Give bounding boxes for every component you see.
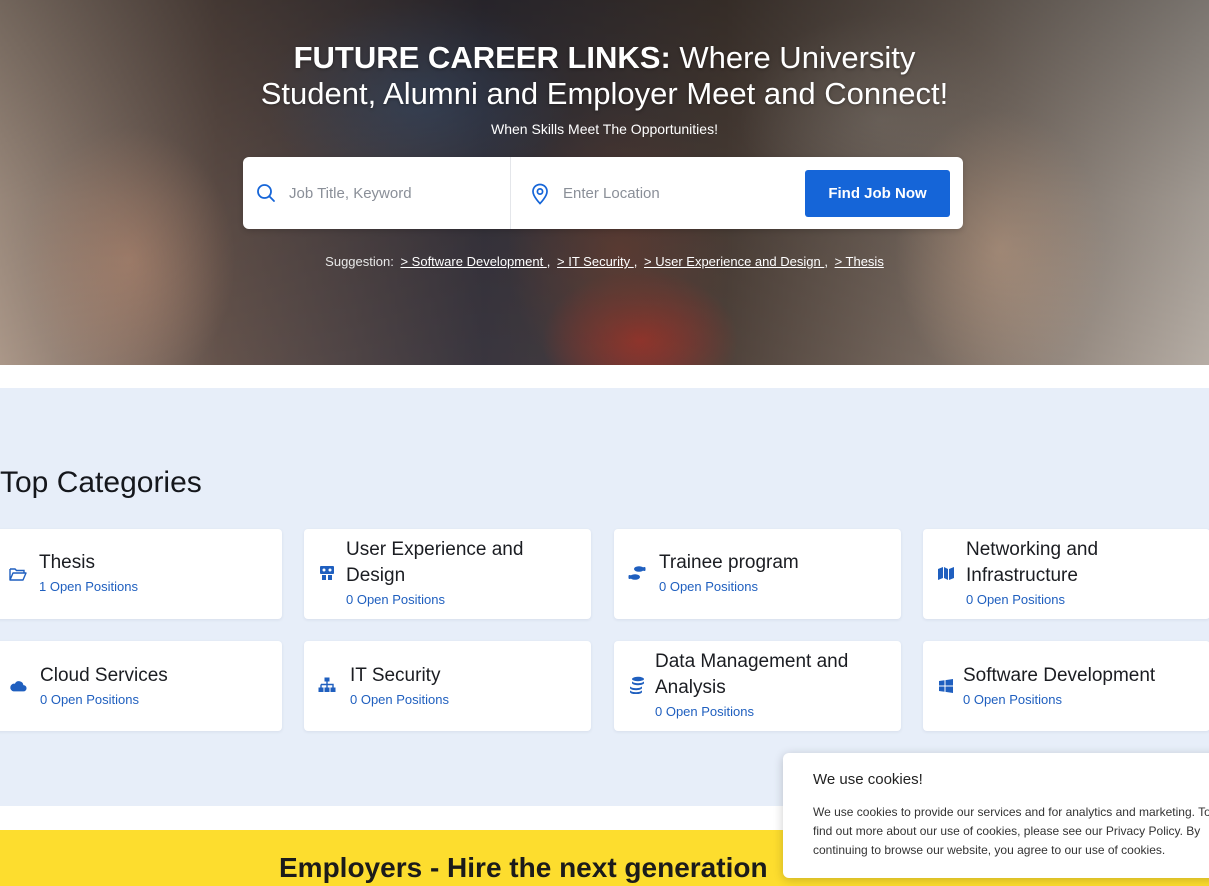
category-card-it-security[interactable]: IT Security 0 Open Positions bbox=[304, 641, 591, 731]
category-card-software-development[interactable]: Software Development 0 Open Positions bbox=[923, 641, 1209, 731]
category-open-positions: 0 Open Positions bbox=[966, 592, 1066, 607]
hero-title: FUTURE CAREER LINKS: Where University St… bbox=[0, 40, 1209, 112]
folder-open-icon bbox=[9, 565, 27, 583]
category-open-positions: 0 Open Positions bbox=[40, 692, 140, 707]
category-card-thesis[interactable]: Thesis 1 Open Positions bbox=[0, 529, 282, 619]
employers-title: Employers - Hire the next generation bbox=[279, 852, 768, 883]
hero-section: FUTURE CAREER LINKS: Where University St… bbox=[0, 0, 1209, 365]
top-categories-section: Top Categories Thesis 1 Open Positions U… bbox=[0, 388, 1209, 806]
hero-title-line2: Student, Alumni and Employer Meet and Co… bbox=[260, 76, 949, 111]
category-name: Cloud Services bbox=[40, 665, 168, 686]
cookie-title: We use cookies! bbox=[813, 771, 923, 788]
category-open-positions: 1 Open Positions bbox=[39, 579, 139, 594]
location-field bbox=[513, 157, 803, 229]
hero-title-brand: FUTURE CAREER LINKS: bbox=[293, 40, 671, 75]
category-card-trainee-program[interactable]: Trainee program 0 Open Positions bbox=[614, 529, 901, 619]
cookie-consent-popup: We use cookies! We use cookies to provid… bbox=[783, 753, 1209, 878]
map-icon bbox=[937, 564, 955, 582]
hero-title-rest: Where University bbox=[670, 40, 916, 75]
hero-subtitle: When Skills Meet The Opportunities! bbox=[491, 121, 718, 137]
suggestion-link-ux-design[interactable]: > User Experience and Design bbox=[644, 254, 824, 269]
suggestion-link-it-security[interactable]: > IT Security bbox=[557, 254, 634, 269]
job-search-form: Find Job Now bbox=[243, 157, 963, 229]
category-card-data-management[interactable]: Data Management and Analysis 0 Open Posi… bbox=[614, 641, 901, 731]
category-name: Data Management and Analysis bbox=[655, 651, 849, 698]
database-coins-icon bbox=[628, 676, 646, 694]
cookie-text: We use cookies to provide our services a… bbox=[813, 805, 1209, 857]
category-name: User Experience and Design bbox=[346, 539, 524, 586]
location-pin-icon bbox=[530, 183, 550, 205]
cloud-icon bbox=[9, 677, 27, 695]
suggestion-link-software-development[interactable]: > Software Development bbox=[400, 254, 546, 269]
users-presentation-icon bbox=[318, 564, 336, 582]
search-icon bbox=[256, 183, 276, 203]
category-name: IT Security bbox=[350, 665, 441, 686]
category-open-positions: 0 Open Positions bbox=[963, 692, 1063, 707]
keyword-input[interactable] bbox=[289, 184, 489, 202]
category-name: Trainee program bbox=[659, 552, 799, 573]
category-card-cloud-services[interactable]: Cloud Services 0 Open Positions bbox=[0, 641, 282, 731]
category-name: Networking and Infrastructure bbox=[966, 539, 1099, 586]
category-name: Thesis bbox=[39, 552, 95, 573]
category-card-user-experience[interactable]: User Experience and Design 0 Open Positi… bbox=[304, 529, 591, 619]
section-title: Top Categories bbox=[0, 466, 202, 499]
category-open-positions: 0 Open Positions bbox=[350, 692, 450, 707]
category-open-positions: 0 Open Positions bbox=[346, 592, 446, 607]
windows-icon bbox=[937, 677, 955, 695]
category-open-positions: 0 Open Positions bbox=[655, 704, 755, 719]
category-card-networking[interactable]: Networking and Infrastructure 0 Open Pos… bbox=[923, 529, 1209, 619]
sitemap-icon bbox=[318, 676, 336, 694]
keyword-field bbox=[243, 157, 511, 229]
find-job-button[interactable]: Find Job Now bbox=[805, 170, 950, 217]
category-open-positions: 0 Open Positions bbox=[659, 579, 759, 594]
location-input[interactable] bbox=[563, 184, 763, 202]
suggestions-bar: Suggestion: > Software Development , > I… bbox=[325, 254, 884, 269]
suggestion-label: Suggestion: bbox=[325, 254, 394, 269]
shoe-prints-icon bbox=[628, 564, 646, 582]
suggestion-link-thesis[interactable]: > Thesis bbox=[835, 254, 884, 269]
category-name: Software Development bbox=[963, 665, 1156, 686]
